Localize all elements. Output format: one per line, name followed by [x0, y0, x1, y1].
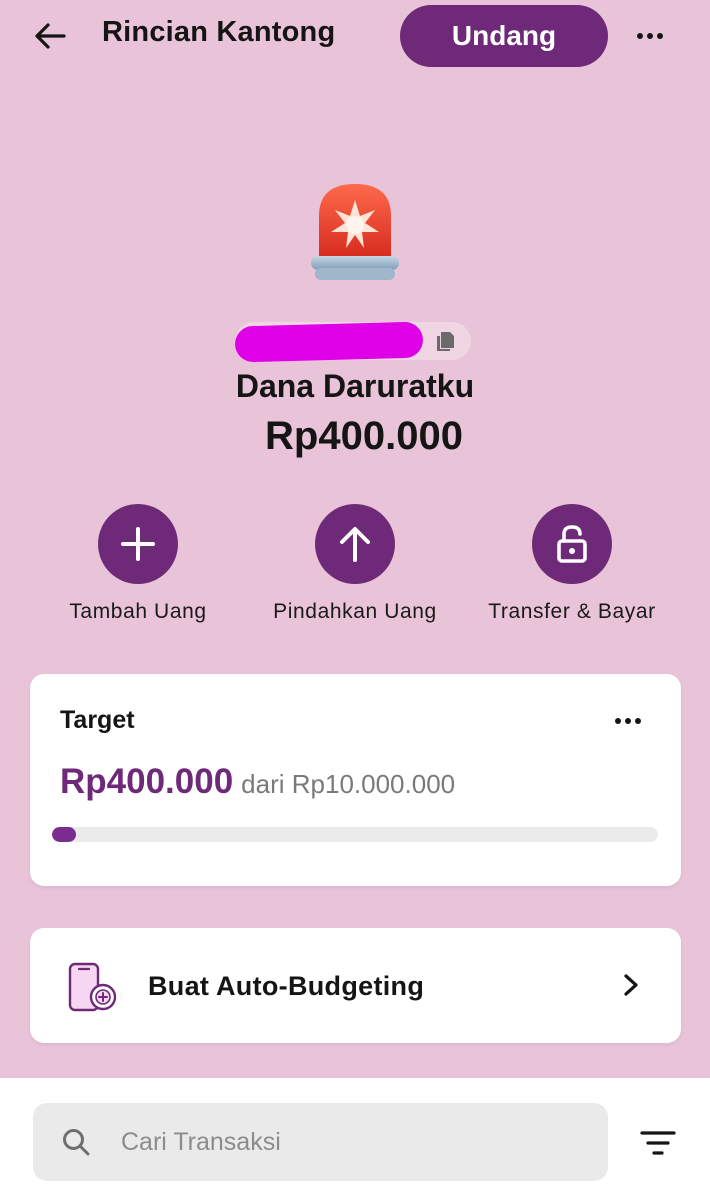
- target-saved-amount: Rp400.000: [60, 762, 234, 801]
- copy-icon[interactable]: [433, 329, 457, 353]
- back-button[interactable]: [30, 16, 70, 56]
- arrow-up-icon: [340, 527, 370, 562]
- more-dot: [657, 33, 663, 39]
- search-box[interactable]: [33, 1103, 608, 1181]
- transactions-sheet: [0, 1078, 710, 1200]
- move-money-button[interactable]: Pindahkan Uang: [245, 504, 465, 624]
- more-dots-icon: [637, 33, 643, 39]
- siren-icon: [311, 184, 399, 280]
- pocket-name: Dana Daruratku: [235, 368, 475, 404]
- target-title: Target: [60, 706, 135, 734]
- account-number-pill[interactable]: [234, 321, 471, 363]
- unlock-icon: [557, 525, 587, 563]
- move-money-label: Pindahkan Uang: [273, 600, 437, 623]
- more-dot: [647, 33, 653, 39]
- move-money-circle: [315, 504, 395, 584]
- page-title: Rincian Kantong: [102, 16, 336, 48]
- target-goal-amount: dari Rp10.000.000: [241, 769, 456, 799]
- pocket-balance: Rp400.000: [265, 414, 463, 458]
- transfer-pay-circle: [532, 504, 612, 584]
- more-dot: [635, 718, 641, 724]
- target-progress-bar: [52, 827, 658, 842]
- add-money-circle: [98, 504, 178, 584]
- redacted-account-number: [234, 321, 424, 363]
- add-money-label: Tambah Uang: [69, 600, 207, 623]
- target-card: Target Rp400.000 dari Rp10.000.000: [30, 674, 681, 886]
- transfer-pay-button[interactable]: Transfer & Bayar: [462, 504, 682, 624]
- target-progress-fill: [52, 827, 77, 842]
- filter-icon[interactable]: [640, 1128, 676, 1158]
- search-icon: [63, 1129, 90, 1156]
- more-dot: [625, 718, 631, 724]
- top-bar: Rincian Kantong Undang: [0, 0, 710, 70]
- target-more-button[interactable]: [606, 706, 650, 736]
- arrow-left-icon: [35, 23, 66, 49]
- auto-budgeting-label: Buat Auto-Budgeting: [148, 971, 425, 1001]
- transfer-pay-label: Transfer & Bayar: [488, 600, 656, 623]
- more-dots-icon: [615, 718, 621, 724]
- invite-button[interactable]: Undang: [400, 5, 608, 67]
- search-input[interactable]: [121, 1122, 591, 1162]
- phone-budget-icon: [68, 962, 117, 1012]
- target-amount-row: Rp400.000 dari Rp10.000.000: [60, 762, 455, 802]
- auto-budgeting-card[interactable]: Buat Auto-Budgeting: [30, 928, 681, 1043]
- add-money-button[interactable]: Tambah Uang: [28, 504, 248, 624]
- plus-icon: [121, 527, 155, 561]
- more-options-button[interactable]: [628, 18, 672, 54]
- chevron-right-icon: [624, 974, 638, 996]
